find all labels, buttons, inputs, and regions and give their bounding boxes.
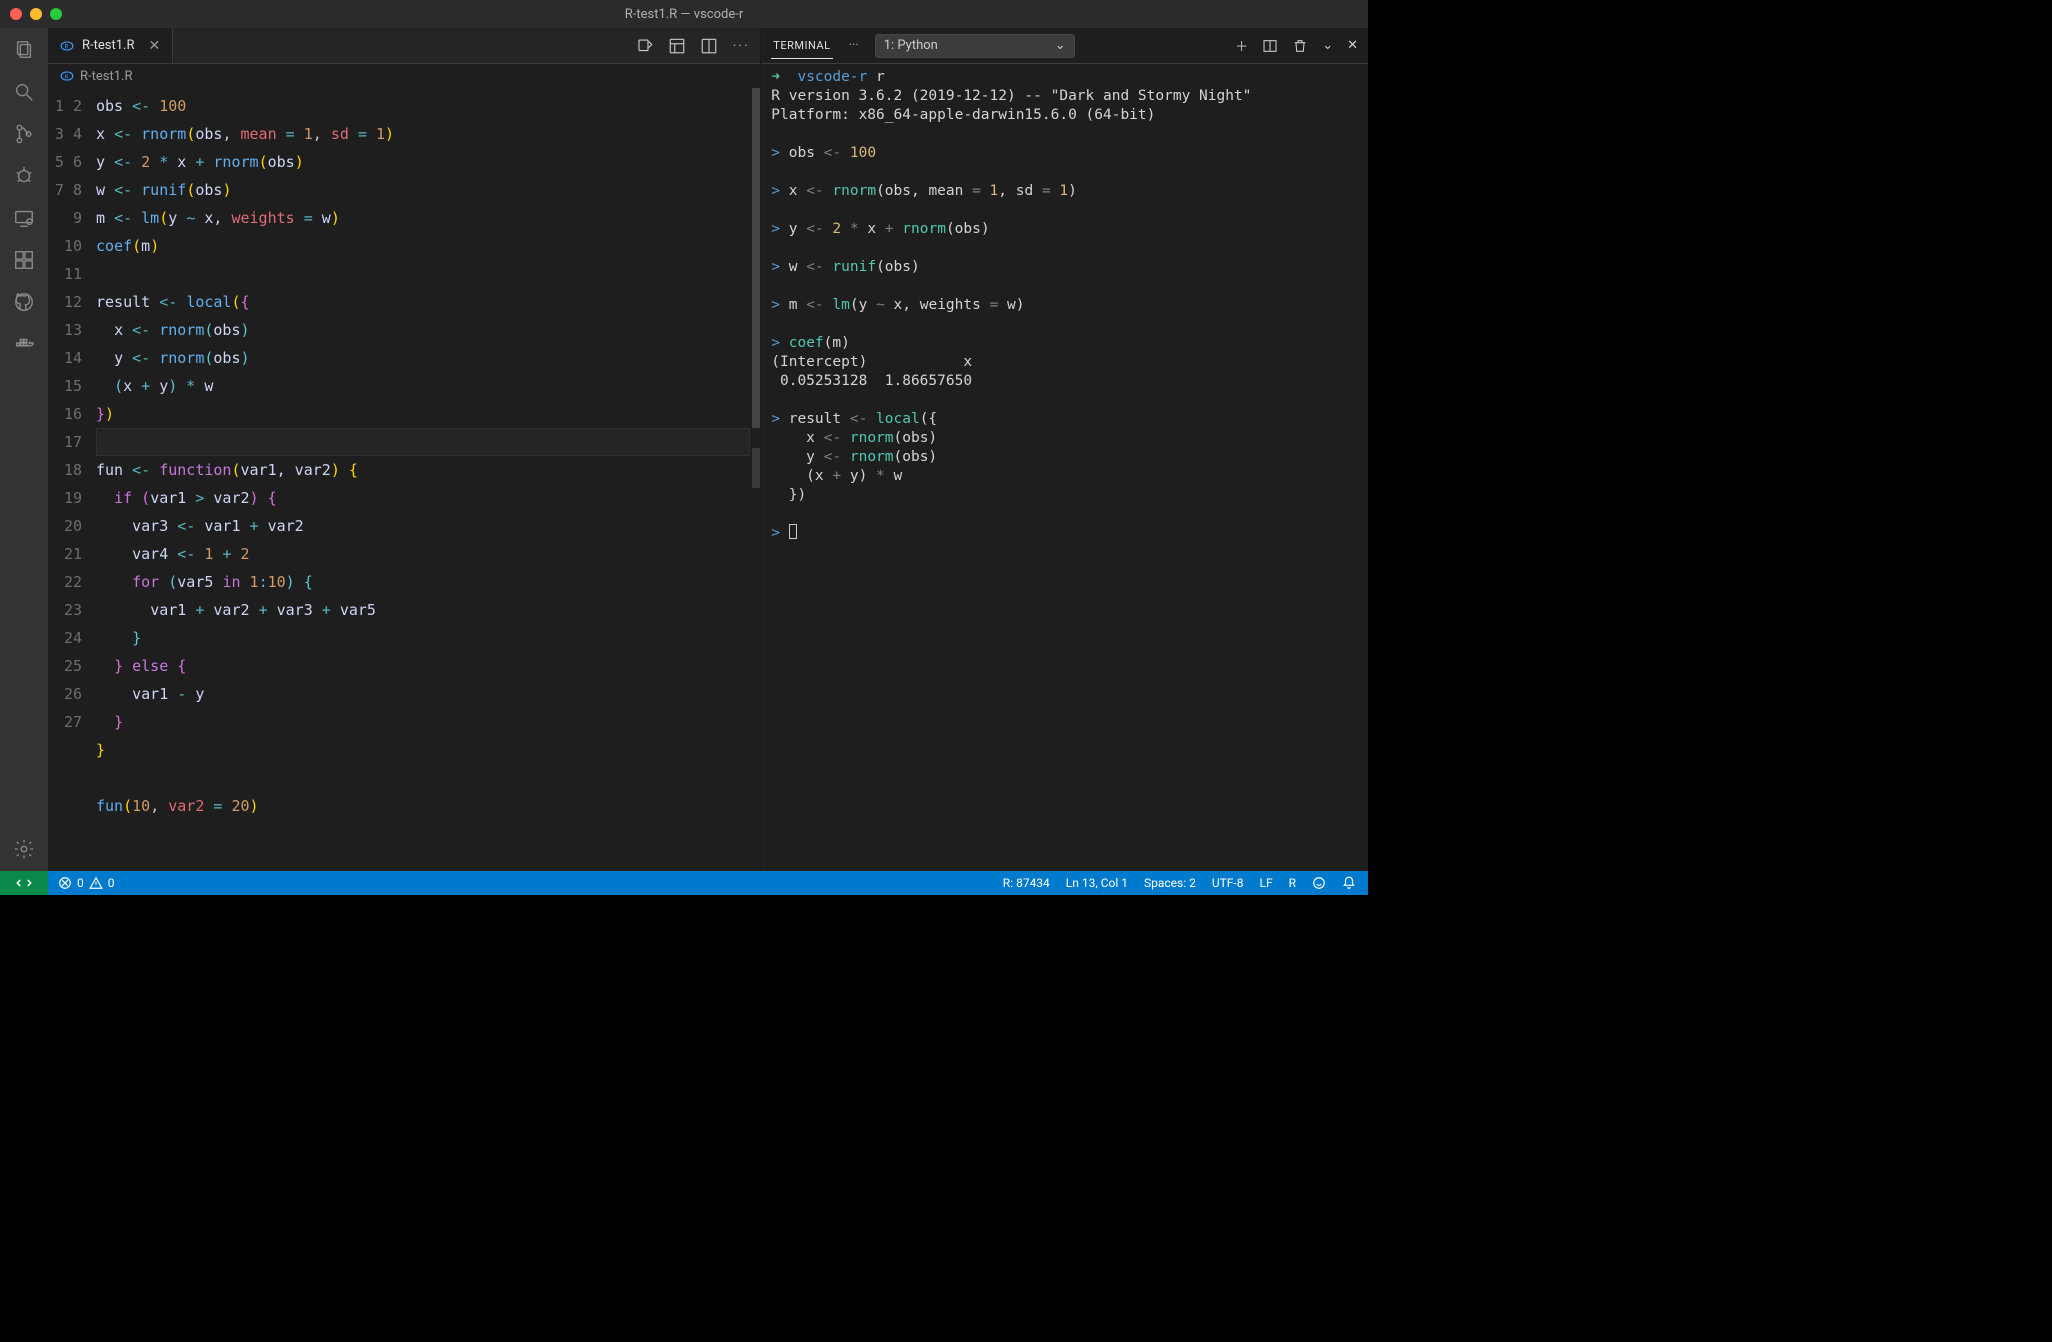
terminal-cursor [789, 524, 797, 539]
status-cursor-pos[interactable]: Ln 13, Col 1 [1066, 876, 1128, 890]
panel-tabs: TERMINAL ··· 1: Python ⌄ ＋ ⌄ ✕ [761, 28, 1368, 64]
chevron-down-icon: ⌄ [1055, 38, 1066, 53]
status-r-memory[interactable]: R: 87434 [1003, 876, 1050, 890]
activitybar [0, 28, 48, 871]
line-gutter: 1 2 3 4 5 6 7 8 9 10 11 12 13 14 15 16 1… [48, 88, 96, 871]
status-feedback-icon[interactable] [1312, 876, 1326, 890]
extensions-icon[interactable] [12, 248, 36, 272]
split-editor-icon[interactable] [700, 37, 718, 55]
run-code-icon[interactable] [636, 37, 654, 55]
more-icon[interactable]: ··· [849, 38, 859, 53]
vscode-window: R-test1.R — vscode-r R R-test1.R [0, 0, 1368, 895]
remote-indicator[interactable] [0, 871, 48, 895]
status-bell-icon[interactable] [1342, 876, 1356, 890]
source-control-icon[interactable] [12, 122, 36, 146]
close-panel-icon[interactable]: ✕ [1347, 38, 1358, 53]
panel-group: TERMINAL ··· 1: Python ⌄ ＋ ⌄ ✕ ➜ vscode-… [760, 28, 1368, 871]
status-eol[interactable]: LF [1259, 876, 1272, 890]
status-encoding[interactable]: UTF-8 [1212, 876, 1244, 890]
breadcrumb-file: R-test1.R [80, 69, 132, 84]
terminal-selector[interactable]: 1: Python ⌄ [875, 34, 1075, 58]
breadcrumb[interactable]: R R-test1.R [48, 64, 760, 88]
settings-gear-icon[interactable] [12, 837, 36, 861]
remote-explorer-icon[interactable] [12, 206, 36, 230]
r-file-icon: R [60, 39, 74, 53]
trash-icon[interactable] [1292, 38, 1308, 54]
status-problems[interactable]: 0 0 [58, 876, 115, 890]
more-icon[interactable]: ··· [732, 37, 750, 55]
code-content[interactable]: obs <- 100 x <- rnorm(obs, mean = 1, sd … [96, 88, 752, 871]
explorer-icon[interactable] [12, 38, 36, 62]
statusbar: 0 0 R: 87434 Ln 13, Col 1 Spaces: 2 UTF-… [0, 871, 1368, 895]
titlebar: R-test1.R — vscode-r [0, 0, 1368, 28]
status-indent[interactable]: Spaces: 2 [1144, 876, 1196, 890]
window-title: R-test1.R — vscode-r [0, 7, 1368, 22]
svg-text:R: R [65, 44, 69, 50]
code-editor[interactable]: 1 2 3 4 5 6 7 8 9 10 11 12 13 14 15 16 1… [48, 88, 760, 871]
chevron-down-icon[interactable]: ⌄ [1322, 38, 1333, 53]
terminal-tab[interactable]: TERMINAL [771, 33, 832, 59]
github-icon[interactable] [12, 290, 36, 314]
debug-icon[interactable] [12, 164, 36, 188]
editor-scrollbar[interactable] [752, 88, 760, 871]
svg-text:R: R [65, 74, 69, 80]
terminal-selector-label: 1: Python [884, 38, 938, 53]
editor-tabs: R R-test1.R ✕ ··· [48, 28, 760, 64]
status-language[interactable]: R [1289, 876, 1296, 890]
close-icon[interactable]: ✕ [148, 38, 160, 54]
editor-group: R R-test1.R ✕ ··· R R-test1.R [48, 28, 760, 871]
preview-icon[interactable] [668, 37, 686, 55]
tab-label: R-test1.R [82, 38, 134, 53]
terminal-output[interactable]: ➜ vscode-r r R version 3.6.2 (2019-12-12… [761, 64, 1368, 871]
split-terminal-icon[interactable] [1262, 38, 1278, 54]
r-file-icon: R [60, 69, 74, 83]
docker-icon[interactable] [12, 332, 36, 356]
search-icon[interactable] [12, 80, 36, 104]
tab-r-test1[interactable]: R R-test1.R ✕ [48, 28, 173, 63]
new-terminal-icon[interactable]: ＋ [1235, 36, 1248, 55]
